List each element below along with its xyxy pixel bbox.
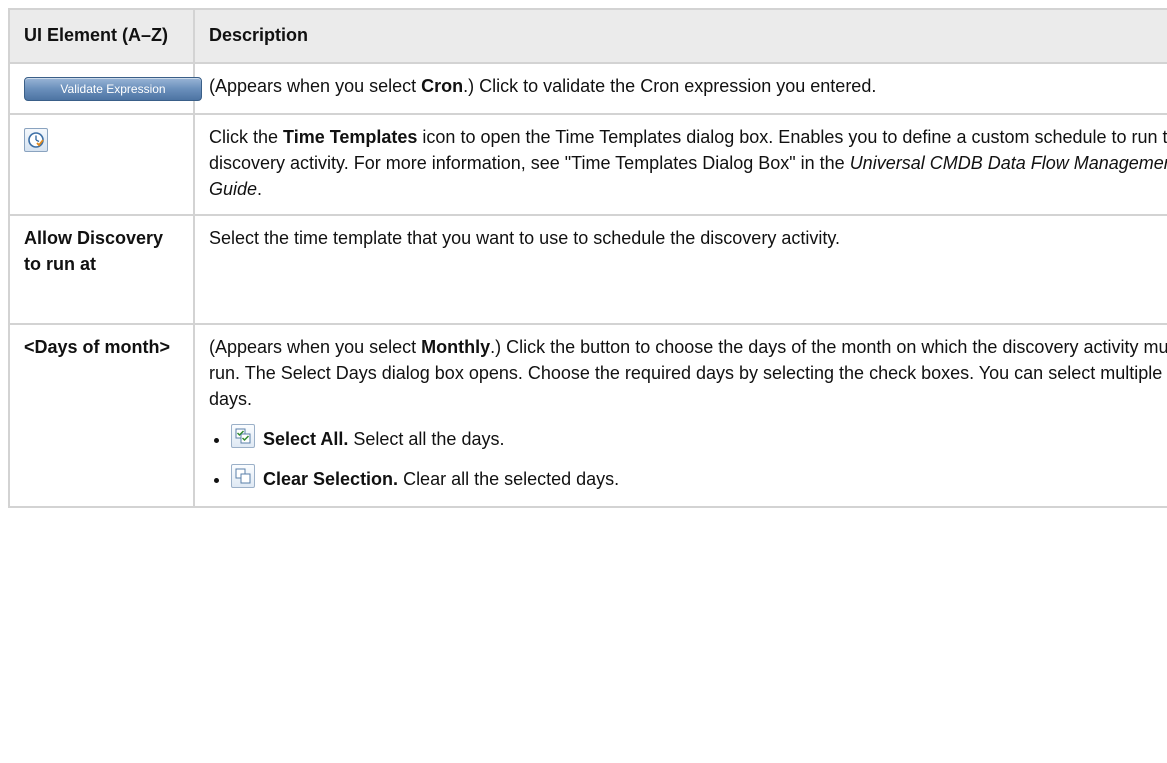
- ui-element-cell: [8, 113, 195, 216]
- bullet-text: Clear all the selected days.: [398, 469, 620, 489]
- bullet-list: Select All. Select all the days. Clear S…: [209, 424, 1167, 494]
- ui-element-cell: Allow Discovery to run at: [8, 214, 195, 325]
- column-header-ui-element: UI Element (A–Z): [8, 8, 195, 64]
- ui-element-cell: Validate Expression: [8, 62, 202, 115]
- ui-elements-table: UI Element (A–Z) Description Validate Ex…: [8, 8, 1167, 508]
- description-text: Click the: [209, 127, 284, 147]
- bullet-label: Select All.: [263, 429, 349, 449]
- element-name: <Days of month>: [24, 337, 171, 357]
- description-text: (Appears when you select: [209, 337, 422, 357]
- select-all-icon[interactable]: [231, 424, 255, 448]
- description-bold: Cron: [421, 76, 464, 96]
- description-bold: Monthly: [421, 337, 491, 357]
- table-row: <Days of month> (Appears when you select…: [8, 323, 1167, 508]
- bullet-text: Select all the days.: [348, 429, 505, 449]
- description-cell: (Appears when you select Cron.) Click to…: [193, 62, 1167, 115]
- column-header-description: Description: [193, 8, 1167, 64]
- list-item: Select All. Select all the days.: [231, 424, 1167, 454]
- bullet-label: Clear Selection.: [263, 469, 399, 489]
- table-row: Allow Discovery to run at Select the tim…: [8, 214, 1167, 325]
- description-text: .) Click to validate the Cron expression…: [463, 76, 877, 96]
- description-cell: (Appears when you select Monthly.) Click…: [193, 323, 1167, 508]
- ui-element-cell: <Days of month>: [8, 323, 195, 508]
- list-item: Clear Selection. Clear all the selected …: [231, 464, 1167, 494]
- clear-selection-icon[interactable]: [231, 464, 255, 488]
- time-templates-icon[interactable]: [24, 128, 48, 152]
- validate-expression-button[interactable]: Validate Expression: [24, 77, 202, 101]
- description-bold: Time Templates: [283, 127, 418, 147]
- table-header-row: UI Element (A–Z) Description: [8, 8, 1167, 64]
- description-cell: Click the Time Templates icon to open th…: [193, 113, 1167, 216]
- description-text: Select the time template that you want t…: [209, 228, 840, 248]
- table-row: Validate Expression (Appears when you se…: [8, 62, 1167, 115]
- element-name: Allow Discovery to run at: [24, 228, 164, 274]
- description-cell: Select the time template that you want t…: [193, 214, 1167, 325]
- table-row: Click the Time Templates icon to open th…: [8, 113, 1167, 216]
- description-text: .: [257, 179, 263, 199]
- description-text: (Appears when you select: [209, 76, 422, 96]
